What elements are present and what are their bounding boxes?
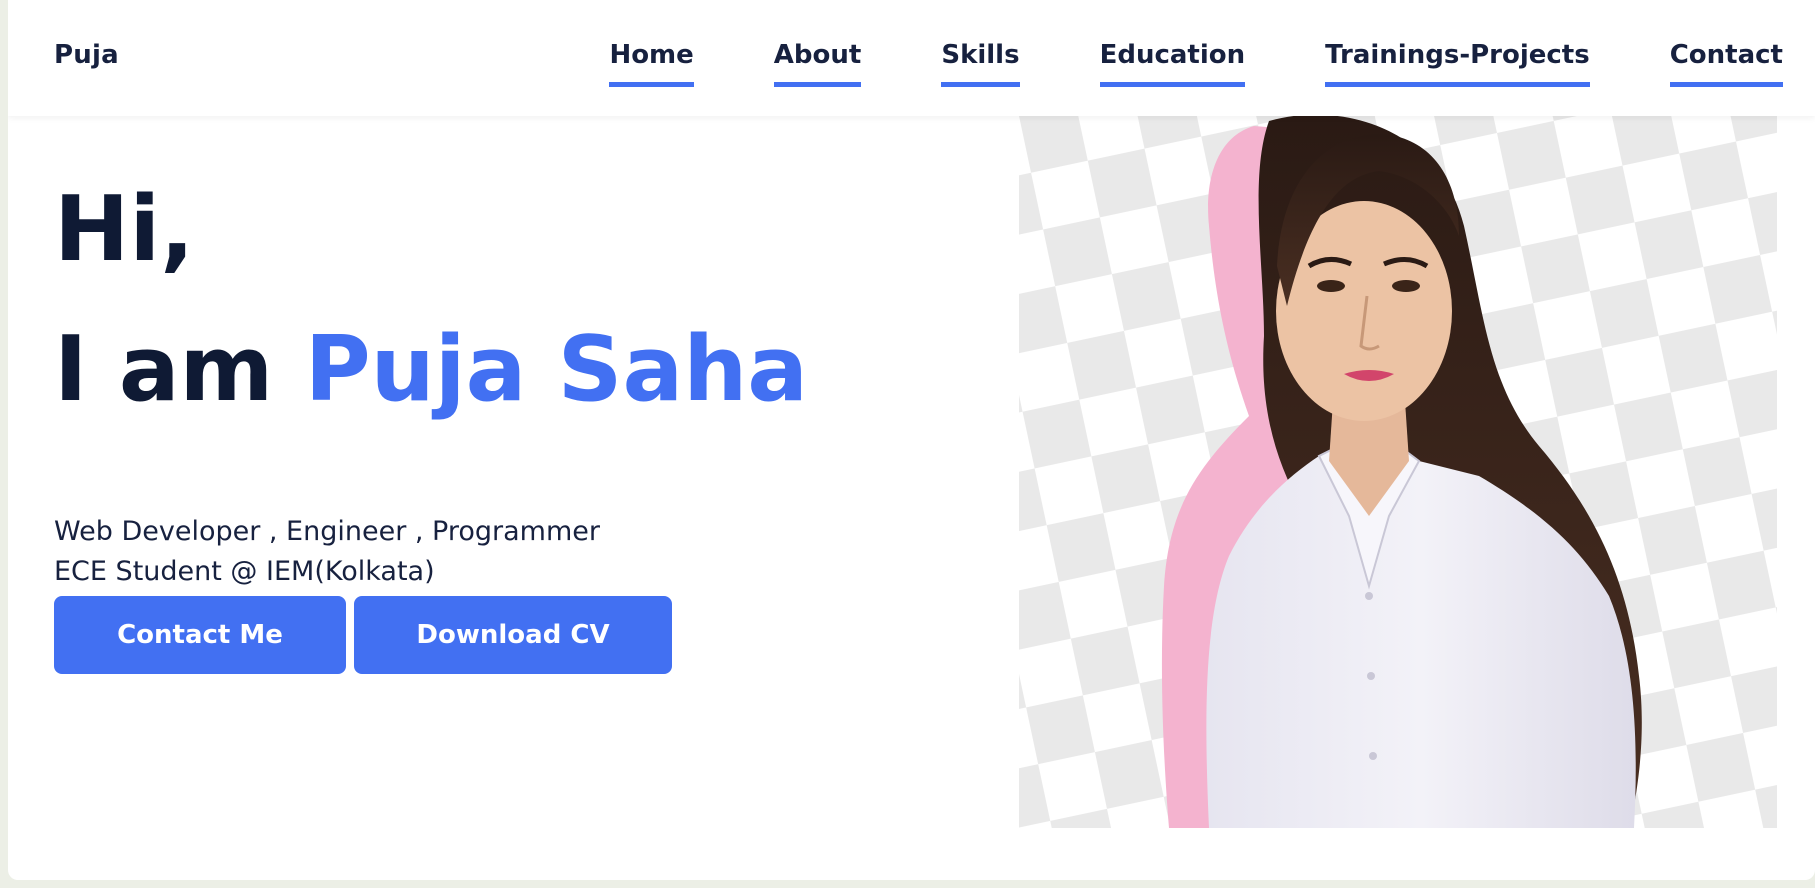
- profile-photo-svg: [1019, 116, 1777, 828]
- nav-link-contact[interactable]: Contact: [1669, 40, 1783, 87]
- nav-link-skills[interactable]: Skills: [941, 40, 1020, 87]
- nav-links: Home About Skills Education Trainings-Pr…: [609, 40, 1783, 87]
- contact-me-button[interactable]: Contact Me: [54, 596, 346, 674]
- hero-buttons: Contact Me Download CV: [54, 596, 954, 674]
- tagline-student: ECE Student @ IEM(Kolkata): [54, 556, 435, 587]
- hero-tagline: Web Developer , Engineer , Programmer EC…: [54, 512, 954, 592]
- hero-greeting: Hi,: [54, 177, 195, 282]
- download-cv-button[interactable]: Download CV: [354, 596, 672, 674]
- nav-link-about[interactable]: About: [773, 40, 862, 87]
- hero-intro-prefix: I am: [54, 317, 274, 422]
- profile-photo: [1019, 116, 1777, 828]
- brand-logo[interactable]: Puja: [54, 40, 119, 70]
- shirt-button-1: [1365, 592, 1373, 600]
- eye-right: [1392, 280, 1420, 292]
- navbar: Puja Home About Skills Education Trainin…: [8, 0, 1815, 116]
- hero-intro: I am Puja Saha: [54, 320, 954, 420]
- nav-link-education[interactable]: Education: [1099, 40, 1246, 87]
- tagline-roles: Web Developer , Engineer , Programmer: [54, 516, 600, 547]
- nav-link-home[interactable]: Home: [609, 40, 694, 87]
- hero-section: Hi, I am Puja Saha Web Developer , Engin…: [54, 180, 954, 674]
- nav-link-trainings-projects[interactable]: Trainings-Projects: [1325, 40, 1590, 87]
- hero-name: Puja Saha: [304, 317, 808, 422]
- shirt-button-2: [1367, 672, 1375, 680]
- shirt-button-3: [1369, 752, 1377, 760]
- page: Puja Home About Skills Education Trainin…: [8, 0, 1815, 880]
- eye-left: [1317, 280, 1345, 292]
